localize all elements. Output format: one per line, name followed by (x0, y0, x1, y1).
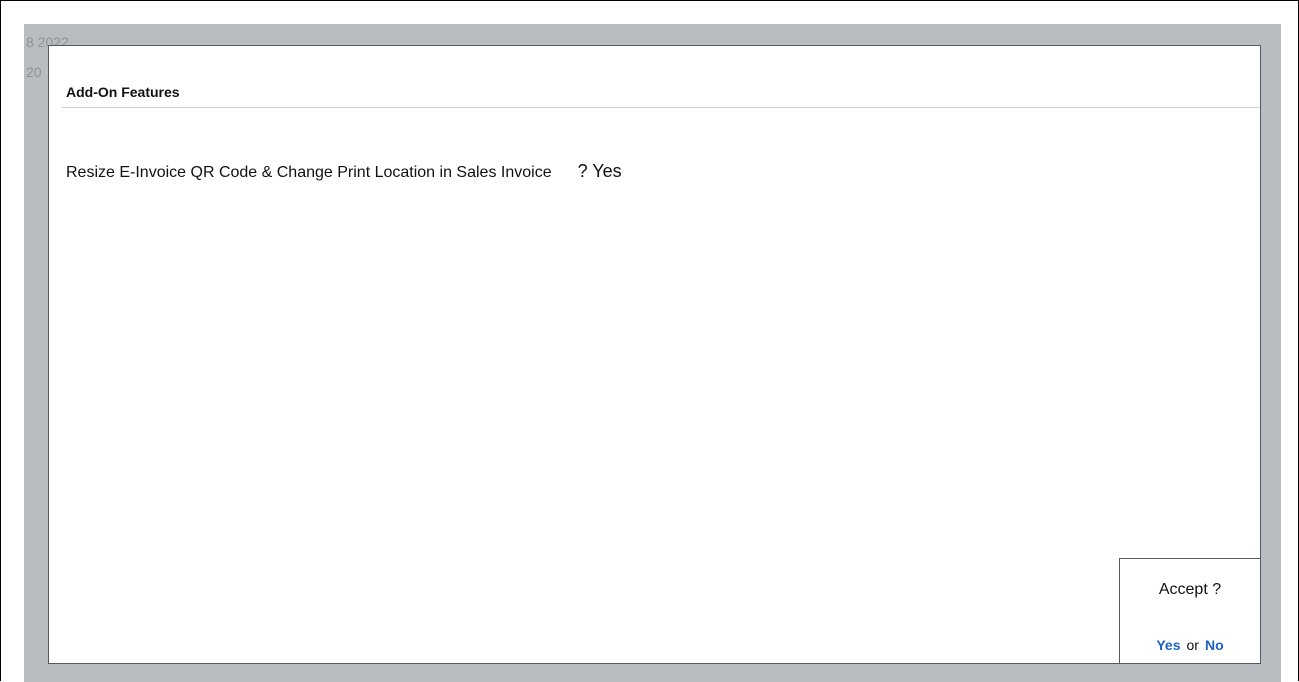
feature-value-field[interactable]: ? Yes (578, 161, 622, 182)
or-text: or (1186, 637, 1199, 653)
background-date-text: 20 (26, 64, 42, 80)
add-on-features-panel: Add-On Features Resize E-Invoice QR Code… (48, 45, 1261, 664)
feature-row: Resize E-Invoice QR Code & Change Print … (66, 161, 622, 182)
title-divider (62, 107, 1260, 108)
accept-question: Accept ? (1158, 581, 1222, 598)
yes-button[interactable]: Yes (1156, 637, 1180, 653)
feature-label: Resize E-Invoice QR Code & Change Print … (66, 164, 552, 181)
no-button[interactable]: No (1205, 637, 1224, 653)
outer-frame: 8 2022 20 Add-On Features Resize E-Invoi… (0, 0, 1299, 682)
accept-dialog: Accept ? Yes or No (1119, 558, 1261, 664)
accept-options: Yes or No (1120, 637, 1260, 653)
panel-title: Add-On Features (66, 84, 180, 100)
